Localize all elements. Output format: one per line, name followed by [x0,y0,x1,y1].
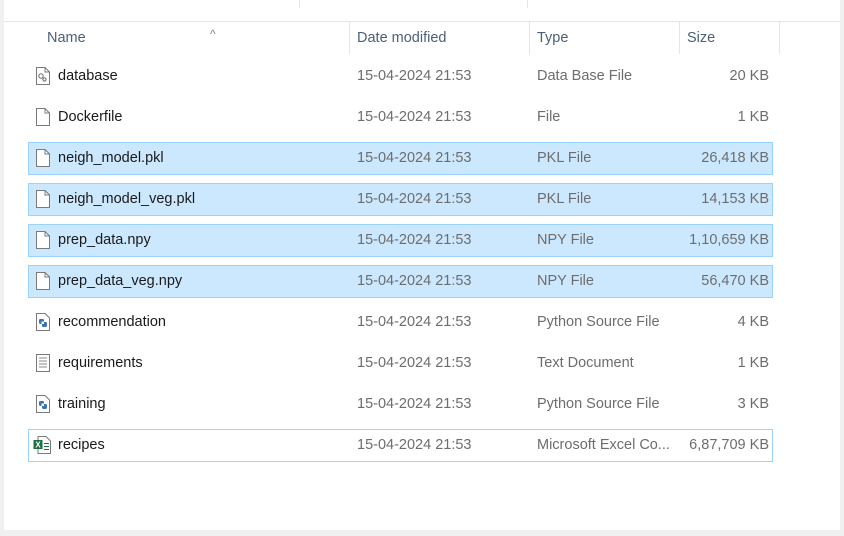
file-type: NPY File [537,273,594,289]
file-row[interactable]: Xrecipes 15-04-2024 21:53 Microsoft Excel … [28,429,773,462]
python-file-icon [36,313,50,331]
generic-file-icon [36,231,50,249]
file-size: 14,153 KB [701,191,769,207]
file-type: Python Source File [537,314,660,330]
file-date-modified: 15-04-2024 21:53 [357,314,472,330]
database-file-icon [36,67,50,85]
file-row[interactable]: neigh_model_veg.pkl 15-04-2024 21:53 PKL F… [28,183,773,216]
file-type: Microsoft Excel Co... [537,437,670,453]
file-row[interactable]: neigh_model.pkl 15-04-2024 21:53 PKL File 2… [28,142,773,175]
column-divider[interactable] [779,22,780,54]
file-size: 26,418 KB [701,150,769,166]
generic-file-icon [36,272,50,290]
file-type: File [537,109,561,125]
file-name: prep_data.npy [58,232,151,248]
sort-ascending-icon: ^ [210,27,216,41]
file-size: 1 KB [737,109,769,125]
file-name: Dockerfile [58,109,123,125]
file-name: recipes [58,437,105,453]
file-row[interactable]: requirements 15-04-2024 21:53 Text Documen… [28,347,773,380]
file-explorer-window: Name ^ Date modified Type Size database 1… [4,0,840,530]
file-row[interactable]: recommendation 15-04-2024 21:53 Python Sou… [28,306,773,339]
file-name: recommendation [58,314,166,330]
file-date-modified: 15-04-2024 21:53 [357,355,472,371]
file-row[interactable]: Dockerfile 15-04-2024 21:53 File 1 KB [28,101,773,134]
file-date-modified: 15-04-2024 21:53 [357,437,472,453]
file-size: 6,87,709 KB [689,437,769,453]
generic-file-icon [36,108,50,126]
generic-file-icon [36,149,50,167]
file-date-modified: 15-04-2024 21:53 [357,109,472,125]
generic-file-icon [36,190,50,208]
file-size: 1,10,659 KB [689,232,769,248]
column-header-size[interactable]: Size [680,22,780,54]
file-size: 4 KB [737,314,769,330]
python-file-icon [36,395,50,413]
toolbar-divider [527,0,528,8]
file-date-modified: 15-04-2024 21:53 [357,191,472,207]
file-type: PKL File [537,150,592,166]
file-date-modified: 15-04-2024 21:53 [357,396,472,412]
file-row[interactable]: training 15-04-2024 21:53 Python Source Fi… [28,388,773,421]
text-file-icon [36,354,50,372]
file-row[interactable]: prep_data.npy 15-04-2024 21:53 NPY File 1,1… [28,224,773,257]
file-type: Python Source File [537,396,660,412]
column-header-row: Name ^ Date modified Type Size [4,22,840,54]
toolbar-divider [299,0,300,8]
file-type: Text Document [537,355,634,371]
file-row[interactable]: prep_data_veg.npy 15-04-2024 21:53 NPY Fil… [28,265,773,298]
file-row[interactable]: database 15-04-2024 21:53 Data Base File 20… [28,60,773,93]
file-size: 56,470 KB [701,273,769,289]
file-size: 3 KB [737,396,769,412]
toolbar-strip [4,0,840,22]
file-name: requirements [58,355,143,371]
file-size: 20 KB [729,68,770,84]
column-header-name[interactable]: Name ^ [24,22,350,54]
column-header-name-label: Name [47,30,86,46]
svg-text:X: X [35,440,41,449]
file-name: prep_data_veg.npy [58,273,183,289]
file-date-modified: 15-04-2024 21:53 [357,150,472,166]
file-name: neigh_model.pkl [58,150,164,166]
column-header-type[interactable]: Type [530,22,680,54]
file-date-modified: 15-04-2024 21:53 [357,273,472,289]
file-name: training [58,396,106,412]
file-date-modified: 15-04-2024 21:53 [357,232,472,248]
column-header-size-label: Size [687,30,716,46]
column-header-date[interactable]: Date modified [350,22,530,54]
excel-file-icon: X [33,436,51,454]
file-name: neigh_model_veg.pkl [58,191,196,207]
file-size: 1 KB [737,355,769,371]
column-header-type-label: Type [537,30,569,46]
file-type: Data Base File [537,68,633,84]
file-type: NPY File [537,232,594,248]
file-name: database [58,68,118,84]
column-header-date-label: Date modified [357,30,447,46]
file-type: PKL File [537,191,592,207]
file-date-modified: 15-04-2024 21:53 [357,68,472,84]
